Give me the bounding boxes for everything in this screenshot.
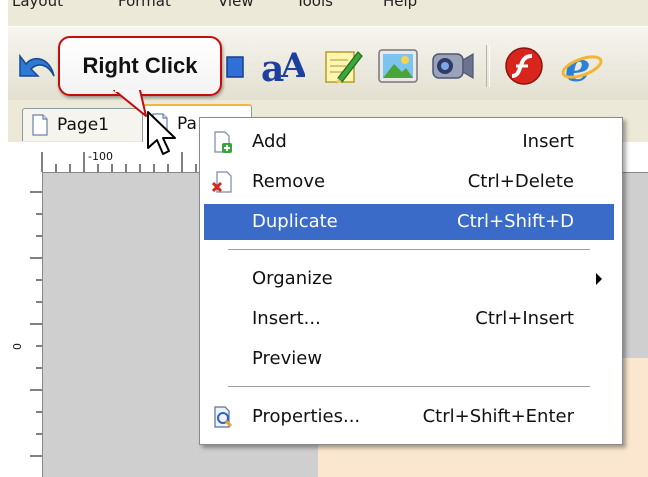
menu-item-label: Properties... <box>252 406 361 427</box>
properties-icon <box>214 406 233 428</box>
picture-button[interactable] <box>372 41 424 91</box>
menu-separator <box>228 249 590 251</box>
document-icon <box>32 114 48 136</box>
toolbar-separator <box>486 45 490 87</box>
menu-format[interactable]: Format <box>118 0 171 10</box>
menu-item-label: Duplicate <box>252 211 338 232</box>
menu-help[interactable]: Help <box>383 0 417 10</box>
menu-item-shortcut: Insert <box>522 131 574 152</box>
menu-item-label: Remove <box>252 171 326 192</box>
edit-note-button[interactable] <box>316 41 368 91</box>
menu-tools[interactable]: Tools <box>296 0 333 10</box>
add-page-icon <box>214 131 232 153</box>
undo-icon <box>19 53 55 77</box>
internet-explorer-icon: e <box>561 44 603 89</box>
text-art-button[interactable]: a A <box>256 41 308 91</box>
shape-icon <box>226 56 244 78</box>
text-art-icon: a A <box>261 46 305 89</box>
menu-item-add[interactable]: Add Insert <box>204 124 614 160</box>
menu-item-preview[interactable]: Preview <box>204 341 614 377</box>
menu-item-shortcut: Ctrl+Shift+D <box>457 211 574 232</box>
svg-text:A: A <box>280 46 305 86</box>
flash-icon <box>505 47 543 85</box>
internet-explorer-button[interactable]: e <box>556 41 608 91</box>
submenu-arrow-icon <box>596 273 602 285</box>
menu-item-duplicate[interactable]: Duplicate Ctrl+Shift+D <box>204 204 614 240</box>
right-click-callout: Right Click <box>58 36 222 96</box>
menu-item-organize[interactable]: Organize <box>204 261 614 297</box>
flash-button[interactable] <box>498 41 550 91</box>
menu-item-label: Insert... <box>252 308 321 329</box>
ruler-label: -100 <box>88 150 113 163</box>
picture-icon <box>378 49 418 83</box>
menu-item-properties[interactable]: Properties... Ctrl+Shift+Enter <box>204 399 614 435</box>
camera-button[interactable] <box>426 41 478 91</box>
ruler-label: 0 <box>11 343 24 350</box>
menu-item-label: Preview <box>252 348 323 369</box>
mouse-cursor-icon <box>147 111 176 155</box>
menu-layout[interactable]: Layout <box>12 0 63 10</box>
camera-icon <box>432 52 474 80</box>
edit-note-icon <box>325 51 363 84</box>
menu-bar: Layout Format View Tools Help <box>8 0 648 26</box>
menu-item-shortcut: Ctrl+Shift+Enter <box>422 406 574 427</box>
callout-text: Right Click <box>82 53 198 78</box>
context-menu: Add Insert Remove Ctrl+Delete Duplicate … <box>199 117 623 445</box>
ruler-ticks <box>30 191 42 457</box>
menu-item-label: Add <box>252 131 287 152</box>
vertical-ruler[interactable]: 0 <box>8 172 43 477</box>
undo-button[interactable] <box>12 41 64 91</box>
menu-view[interactable]: View <box>218 0 254 10</box>
tab-label: Page1 <box>57 115 109 135</box>
menu-item-insert[interactable]: Insert... Ctrl+Insert <box>204 301 614 337</box>
remove-page-icon <box>212 171 232 193</box>
menu-item-shortcut: Ctrl+Delete <box>467 171 574 192</box>
menu-item-remove[interactable]: Remove Ctrl+Delete <box>204 164 614 200</box>
menu-item-label: Organize <box>252 268 333 289</box>
menu-separator <box>228 386 590 388</box>
menu-item-shortcut: Ctrl+Insert <box>475 308 574 329</box>
